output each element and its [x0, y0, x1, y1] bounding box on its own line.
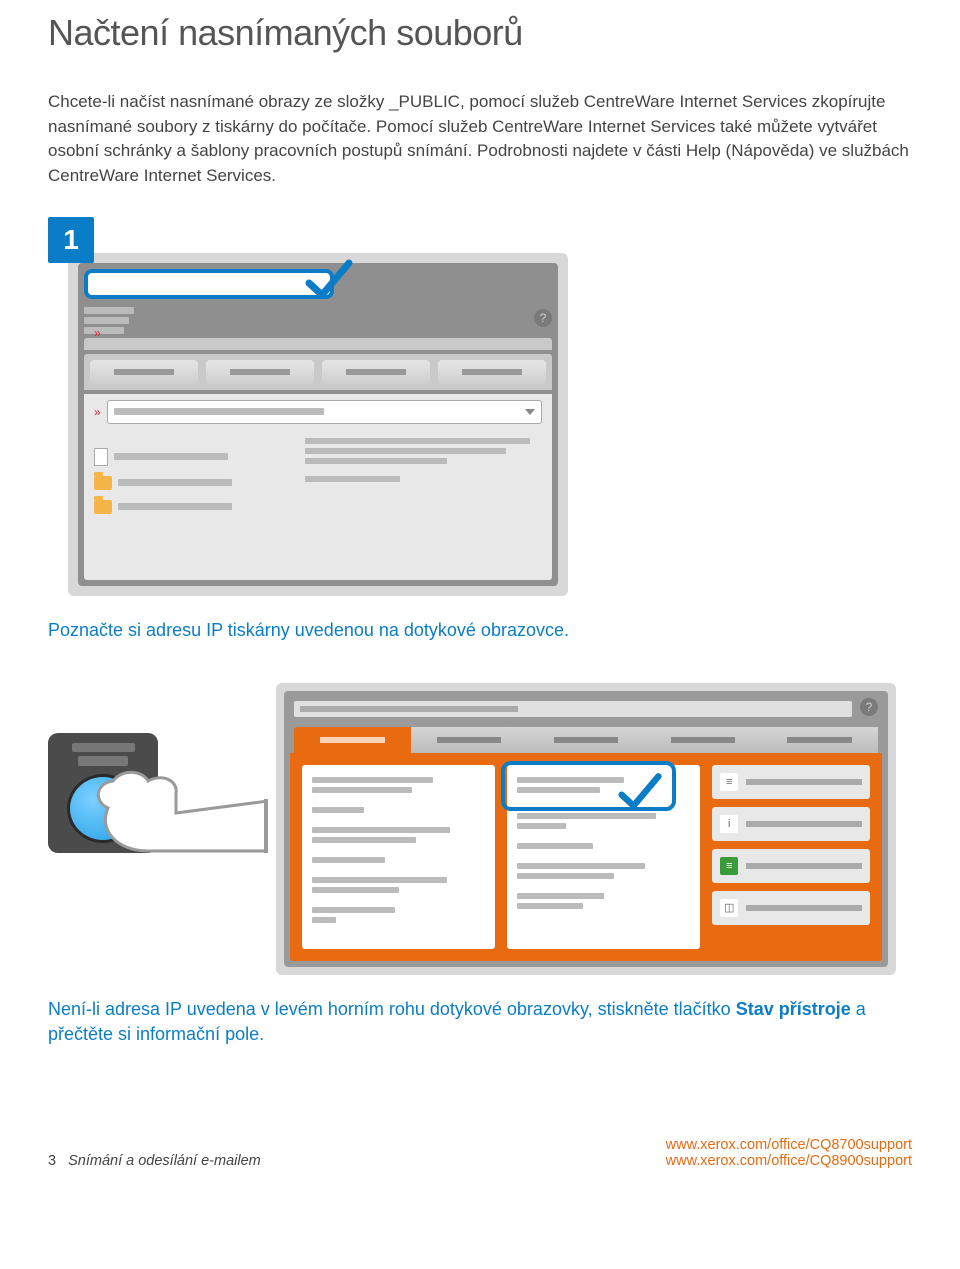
tab[interactable] [206, 360, 314, 384]
figure-printer-screen: ? » » [48, 253, 912, 596]
tab[interactable] [438, 360, 546, 384]
tab[interactable] [644, 727, 761, 753]
step2-caption: Není-li adresa IP uvedena v levém horním… [48, 997, 912, 1047]
machine-status-label: Stav přístroje [736, 999, 851, 1019]
page-footer: 3 Snímání a odesílání e-mailem www.xerox… [48, 1137, 912, 1169]
browser-window: ? [276, 683, 896, 975]
dropdown[interactable]: » [94, 400, 542, 424]
tab[interactable] [761, 727, 878, 753]
tab[interactable] [528, 727, 645, 753]
chart-icon: ◫ [720, 899, 738, 917]
step1-caption: Poznačte si adresu IP tiskárny uvedenou … [48, 618, 912, 643]
list-item[interactable] [94, 448, 285, 466]
support-link-1[interactable]: www.xerox.com/office/CQ8700support [666, 1137, 912, 1153]
tab[interactable] [322, 360, 430, 384]
hand-icon [88, 753, 268, 863]
touchscreen-body [84, 430, 552, 580]
arrow-icon: » [94, 326, 101, 340]
address-bar[interactable]: ? [290, 697, 882, 721]
tab-active[interactable] [294, 727, 411, 753]
info-icon: i [720, 815, 738, 833]
tab[interactable] [90, 360, 198, 384]
checkmark-icon [617, 769, 663, 815]
list-item[interactable] [94, 500, 285, 514]
browser-tabs [290, 727, 882, 753]
browser-right-pane: ≡ i ≡ ◫ [712, 765, 870, 949]
help-icon[interactable]: ? [534, 309, 552, 327]
browser-center-pane [507, 765, 700, 949]
step-number-1: 1 [48, 217, 94, 263]
doc-icon: ≡ [720, 773, 738, 791]
check-icon: ≡ [720, 857, 738, 875]
intro-paragraph: Chcete-li načíst nasnímané obrazy ze slo… [48, 90, 912, 189]
info-item[interactable]: i [712, 807, 870, 841]
info-item[interactable]: ≡ [712, 765, 870, 799]
doc-title-footer: Snímání a odesílání e-mailem [68, 1153, 261, 1169]
keypad-hand [48, 683, 258, 853]
tab[interactable] [411, 727, 528, 753]
info-item[interactable]: ◫ [712, 891, 870, 925]
browser-left-pane [302, 765, 495, 949]
figure-browser: ? [48, 683, 912, 975]
info-item[interactable]: ≡ [712, 849, 870, 883]
page-number: 3 [48, 1153, 56, 1169]
checkmark-icon [304, 255, 354, 305]
touchscreen: ? » » [68, 253, 568, 596]
help-icon[interactable]: ? [860, 698, 878, 716]
page-title: Načtení nasnímaných souborů [48, 12, 912, 54]
arrow-icon: » [94, 405, 101, 419]
support-link-2[interactable]: www.xerox.com/office/CQ8900support [666, 1153, 912, 1169]
tab-row: » [84, 338, 552, 350]
ip-address-field-highlight [84, 269, 334, 299]
tab-row-2 [84, 354, 552, 390]
list-item[interactable] [94, 476, 285, 490]
